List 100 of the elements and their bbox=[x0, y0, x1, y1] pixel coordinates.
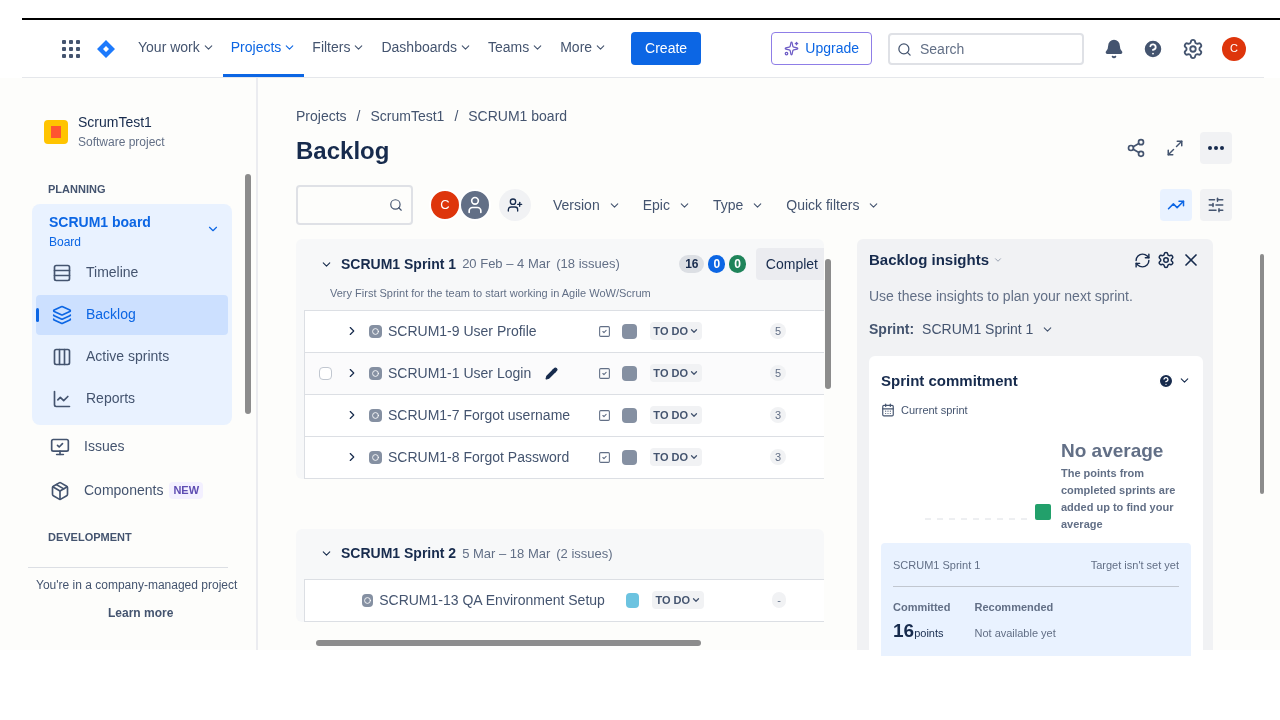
sidebar-item[interactable]: Active sprints bbox=[36, 336, 228, 377]
section-heading: DEVELOPMENT bbox=[48, 529, 133, 545]
issue-row[interactable]: SCRUM1-1 User Login TO DO 5 bbox=[305, 352, 824, 395]
search-icon bbox=[897, 41, 912, 57]
unassigned-avatar[interactable] bbox=[459, 189, 491, 221]
filter-dropdown[interactable]: Version bbox=[553, 194, 621, 216]
sidebar-item[interactable]: Issues bbox=[50, 436, 125, 457]
done-count: 0 bbox=[729, 255, 746, 273]
issue-title[interactable]: SCRUM1-13 QA Environment Setup bbox=[379, 589, 605, 611]
refresh-icon[interactable] bbox=[1134, 251, 1151, 269]
breadcrumb-link[interactable]: ScrumTest1 bbox=[370, 106, 445, 127]
filter-dropdown[interactable]: Quick filters bbox=[786, 194, 881, 216]
calendar-icon bbox=[881, 403, 895, 418]
issue-row[interactable]: SCRUM1-8 Forgot Password TO DO 3 bbox=[305, 436, 824, 479]
learn-more-link[interactable]: Learn more bbox=[108, 604, 174, 622]
panel-subtitle: Use these insights to plan your next sprint. bbox=[869, 286, 1134, 306]
share-icon[interactable] bbox=[1126, 138, 1146, 158]
issue-row[interactable]: SCRUM1-7 Forgot username TO DO 3 bbox=[305, 394, 824, 437]
issue-title[interactable]: SCRUM1-8 Forgot Password bbox=[388, 446, 570, 468]
issue-type-icon bbox=[369, 324, 382, 338]
user-avatar[interactable]: C bbox=[1222, 36, 1246, 61]
subtask-icon bbox=[598, 366, 612, 380]
user-avatar[interactable]: C bbox=[429, 189, 461, 221]
chevron-icon bbox=[689, 452, 699, 462]
issue-row[interactable]: SCRUM1-9 User Profile TO DO 5 bbox=[305, 310, 824, 353]
breadcrumb-separator: / bbox=[356, 107, 361, 126]
story-points: 3 bbox=[770, 407, 786, 423]
issue-row[interactable]: SCRUM1-13 QA Environment Setup TO DO - bbox=[305, 579, 824, 622]
committed-value: 16points bbox=[893, 619, 945, 643]
issues-icon bbox=[50, 436, 70, 457]
chart-icon bbox=[52, 388, 72, 409]
section-heading: PLANNING bbox=[48, 182, 107, 197]
status-dropdown[interactable]: TO DO bbox=[650, 406, 702, 424]
filter-dropdown[interactable]: Epic bbox=[642, 194, 691, 216]
app-grid-icon[interactable] bbox=[62, 39, 80, 58]
insights-toggle[interactable] bbox=[1160, 189, 1192, 221]
sidebar-item[interactable]: Timeline bbox=[36, 252, 228, 293]
todo-count: 16 bbox=[679, 255, 705, 273]
board-selector[interactable]: SCRUM1 board Board bbox=[32, 203, 232, 251]
nav-tab[interactable]: More bbox=[552, 20, 616, 77]
complete-sprint-button[interactable]: Complet bbox=[755, 248, 824, 280]
sprint-selector[interactable]: SCRUM1 Sprint 1 bbox=[922, 318, 1055, 340]
issue-title[interactable]: SCRUM1-1 User Login bbox=[388, 362, 532, 384]
page-title: Backlog bbox=[296, 136, 390, 166]
subtask-icon bbox=[598, 450, 612, 464]
nav-tab[interactable]: Teams bbox=[479, 20, 553, 77]
issue-type-icon bbox=[369, 408, 382, 422]
view-settings-button[interactable] bbox=[1200, 189, 1232, 221]
issue-type-icon bbox=[369, 366, 382, 380]
settings-icon[interactable] bbox=[1182, 37, 1204, 60]
nav-tab[interactable]: Filters bbox=[304, 20, 374, 77]
edit-icon[interactable] bbox=[545, 366, 559, 380]
story-points: 5 bbox=[770, 365, 786, 381]
story-points: - bbox=[772, 592, 786, 608]
help-icon[interactable] bbox=[1142, 37, 1164, 60]
settings-icon[interactable] bbox=[1157, 251, 1175, 270]
status-dropdown[interactable]: TO DO bbox=[650, 364, 702, 382]
project-type: Software project bbox=[78, 134, 165, 151]
search-icon bbox=[389, 198, 403, 212]
sidebar-item[interactable]: Reports bbox=[36, 378, 228, 419]
search-field[interactable] bbox=[296, 185, 413, 225]
sidebar-item[interactable]: Backlog bbox=[36, 294, 228, 335]
more-icon bbox=[1208, 146, 1224, 150]
bell-icon[interactable] bbox=[1104, 38, 1124, 59]
project-name: ScrumTest1 bbox=[78, 113, 153, 132]
create-button[interactable]: Create bbox=[631, 32, 702, 65]
issue-type-icon bbox=[369, 450, 382, 464]
filter-dropdown[interactable]: Type bbox=[712, 194, 765, 216]
more-button[interactable] bbox=[1200, 132, 1232, 164]
components-icon bbox=[50, 480, 70, 501]
chevron-icon bbox=[691, 595, 702, 605]
subtask-icon bbox=[598, 408, 612, 422]
chevron-icon bbox=[689, 326, 699, 336]
search-field[interactable]: Search bbox=[888, 32, 1084, 65]
issue-title[interactable]: SCRUM1-7 Forgot username bbox=[388, 404, 571, 426]
logo-icon[interactable] bbox=[96, 38, 116, 59]
nav-tab[interactable]: Dashboards bbox=[373, 20, 480, 77]
upgrade-button[interactable]: Upgrade bbox=[771, 32, 872, 65]
breadcrumb-link[interactable]: SCRUM1 board bbox=[468, 106, 568, 127]
nav-tab[interactable]: Your work bbox=[130, 20, 223, 77]
period-label: Current sprint bbox=[901, 403, 968, 418]
issue-title[interactable]: SCRUM1-9 User Profile bbox=[388, 320, 537, 342]
expand-icon[interactable] bbox=[1166, 139, 1184, 157]
panel-title: Backlog insights bbox=[869, 250, 990, 270]
status-dropdown[interactable]: TO DO bbox=[652, 591, 705, 609]
add-user-icon bbox=[507, 197, 523, 213]
breadcrumb-separator: / bbox=[454, 107, 459, 126]
status-dropdown[interactable]: TO DO bbox=[650, 322, 702, 340]
chevron-icon bbox=[689, 410, 699, 420]
checkbox[interactable] bbox=[318, 366, 332, 380]
add-people-button[interactable] bbox=[499, 189, 531, 221]
no-average-text: The points from completed sprints are added up to find your average bbox=[1061, 466, 1177, 532]
timeline-icon bbox=[52, 262, 72, 283]
sidebar-item[interactable]: Components bbox=[50, 480, 164, 501]
status-dropdown[interactable]: TO DO bbox=[650, 448, 702, 466]
breadcrumb-link[interactable]: Projects bbox=[296, 106, 347, 127]
help-icon[interactable] bbox=[1158, 372, 1174, 389]
sliders-icon bbox=[1207, 196, 1225, 214]
recommended-label: Recommended bbox=[974, 599, 1055, 615]
layers-icon bbox=[52, 304, 72, 325]
